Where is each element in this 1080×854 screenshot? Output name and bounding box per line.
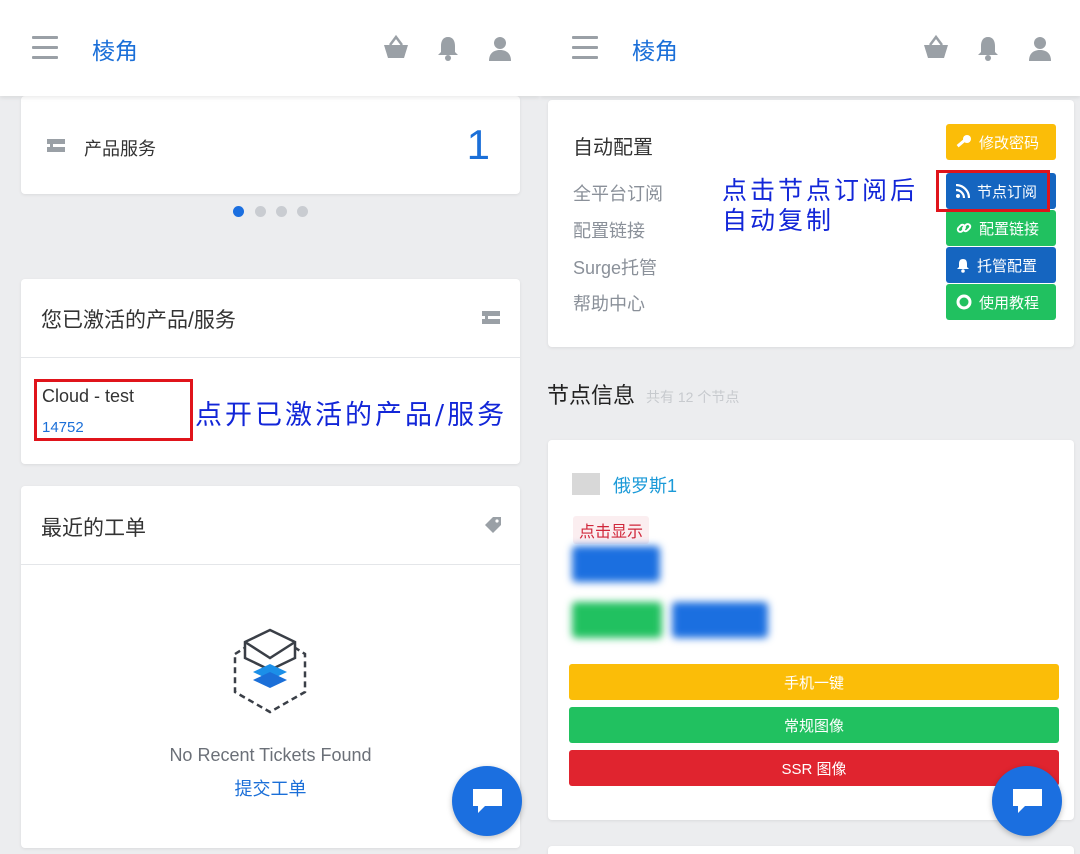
chat-icon xyxy=(473,789,502,813)
carousel-dot[interactable] xyxy=(297,206,308,217)
carousel-dot[interactable] xyxy=(276,206,287,217)
tutorial-label: 使用教程 xyxy=(979,294,1040,312)
ssr-image-button[interactable]: SSR 图像 xyxy=(569,750,1059,786)
blurred-address xyxy=(572,546,660,582)
tutorial-button[interactable]: 使用教程 xyxy=(946,284,1056,320)
lifebuoy-icon xyxy=(956,294,972,310)
top-navbar: 棱角 xyxy=(540,0,1080,96)
config-row-subscribe: 全平台订阅 xyxy=(573,184,663,204)
submit-ticket-link[interactable]: 提交工单 xyxy=(21,775,520,801)
change-password-button[interactable]: 修改密码 xyxy=(946,124,1056,160)
auto-config-title: 自动配置 xyxy=(573,137,653,159)
basket-icon[interactable] xyxy=(382,34,410,62)
menu-icon[interactable] xyxy=(32,36,58,60)
bell-icon[interactable] xyxy=(974,34,1002,62)
products-count: 1 xyxy=(466,121,490,168)
tickets-card: 最近的工单 No Recent Tickets Found 提交工单 xyxy=(21,486,520,848)
carousel-dot-active[interactable] xyxy=(233,206,244,217)
divider xyxy=(21,357,520,358)
highlight-box xyxy=(34,379,193,441)
normal-image-button[interactable]: 常规图像 xyxy=(569,707,1059,743)
brand-title[interactable]: 棱角 xyxy=(92,32,138,66)
flag-placeholder xyxy=(572,473,600,495)
change-password-label: 修改密码 xyxy=(979,134,1040,152)
server-icon xyxy=(47,139,65,152)
active-services-title: 您已激活的产品/服务 xyxy=(41,309,236,332)
config-link-button[interactable]: 配置链接 xyxy=(946,210,1056,246)
mobile-one-click-button[interactable]: 手机一键 xyxy=(569,664,1059,700)
node-name[interactable]: 俄罗斯1 xyxy=(613,472,677,498)
highlight-box xyxy=(936,170,1050,212)
products-card[interactable]: 产品服务 1 xyxy=(21,96,520,194)
blurred-button xyxy=(672,602,768,638)
top-navbar: 棱角 xyxy=(0,0,540,96)
nodes-title: 节点信息 xyxy=(547,383,636,408)
bell-icon[interactable] xyxy=(434,34,462,62)
right-panel: 棱角 自动配置 全平台订阅 配置链接 Surge托管 帮助中心 修改密码 节点订… xyxy=(540,0,1080,854)
hosted-config-label: 托管配置 xyxy=(977,257,1038,275)
annotation-subscribe-line2: 自动复制 xyxy=(722,206,835,235)
blurred-button xyxy=(572,602,662,638)
brand-title[interactable]: 棱角 xyxy=(632,32,678,66)
server-icon xyxy=(482,311,500,324)
user-icon[interactable] xyxy=(486,34,514,62)
products-label: 产品服务 xyxy=(84,139,156,159)
nodes-count: 共有 12 个节点 xyxy=(646,389,740,405)
chat-button[interactable] xyxy=(992,766,1062,836)
next-node-card xyxy=(548,846,1074,854)
basket-icon[interactable] xyxy=(922,34,950,62)
menu-icon[interactable] xyxy=(572,36,598,60)
divider xyxy=(21,564,520,565)
tag-icon xyxy=(485,517,501,533)
annotation-open-service: 点开已激活的产品/服务 xyxy=(195,400,508,431)
bell-icon xyxy=(957,258,969,273)
config-row-link: 配置链接 xyxy=(573,221,645,241)
config-row-surge: Surge托管 xyxy=(573,258,658,278)
chat-icon xyxy=(1013,789,1042,813)
link-icon xyxy=(956,223,972,233)
key-icon xyxy=(956,135,971,148)
reveal-badge[interactable]: 点击显示 xyxy=(573,516,650,544)
no-tickets-text: No Recent Tickets Found xyxy=(169,745,372,765)
tickets-title: 最近的工单 xyxy=(41,517,146,540)
user-icon[interactable] xyxy=(1026,34,1054,62)
hosted-config-button[interactable]: 托管配置 xyxy=(946,247,1056,283)
carousel-dot[interactable] xyxy=(255,206,266,217)
config-link-label: 配置链接 xyxy=(979,220,1040,238)
config-row-help: 帮助中心 xyxy=(573,294,645,314)
empty-inbox-icon xyxy=(233,628,307,714)
left-panel: 棱角 产品服务 1 您已激活的产品/服务 Cloud - test 14752 … xyxy=(0,0,540,854)
chat-button[interactable] xyxy=(452,766,522,836)
node-card: 俄罗斯1 点击显示 手机一键 常规图像 SSR 图像 xyxy=(548,440,1074,820)
